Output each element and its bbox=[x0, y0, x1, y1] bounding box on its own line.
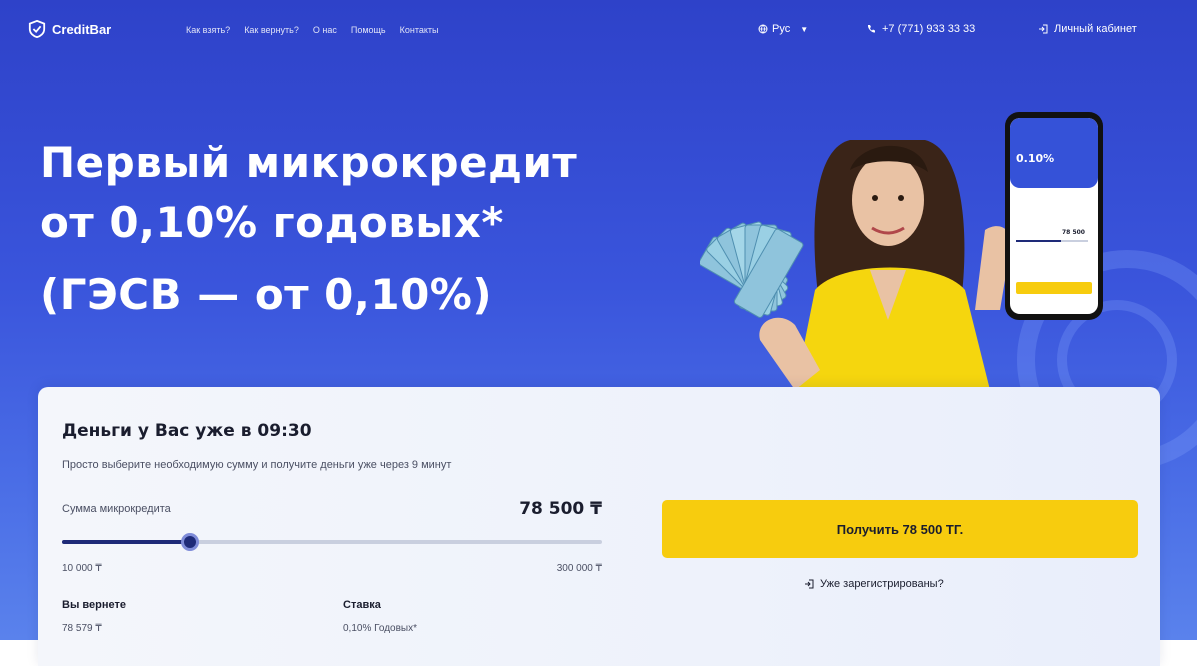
login-icon bbox=[1039, 24, 1048, 34]
login-icon bbox=[805, 579, 814, 589]
phone-link[interactable]: +7 (771) 933 33 33 bbox=[866, 23, 975, 35]
return-label: Вы вернете bbox=[62, 599, 126, 611]
language-label: Рус bbox=[772, 23, 791, 35]
rate-value: 0,10% Годовых* bbox=[343, 623, 418, 634]
already-registered-link[interactable]: Уже зарегистрированы? bbox=[804, 578, 944, 590]
rate-label: Ставка bbox=[343, 599, 381, 611]
nav-contacts[interactable]: Контакты bbox=[400, 25, 439, 35]
chevron-down-icon: ▼ bbox=[800, 24, 809, 34]
phone-number: +7 (771) 933 33 33 bbox=[882, 23, 976, 35]
shield-logo-icon bbox=[28, 20, 46, 38]
already-registered-label: Уже зарегистрированы? bbox=[820, 578, 944, 590]
return-value: 78 579 ₸ bbox=[62, 623, 102, 634]
headline-line-3: (ГЭСВ — от 0,10%) bbox=[40, 270, 493, 319]
nav-about[interactable]: О нас bbox=[313, 25, 337, 35]
logo[interactable]: CreditBar bbox=[28, 20, 111, 38]
mockup-amount: 78 500 bbox=[1062, 229, 1085, 236]
language-selector[interactable]: Рус ▼ bbox=[758, 23, 808, 35]
nav-how-to-take[interactable]: Как взять? bbox=[186, 25, 230, 35]
form-title: Деньги у Вас уже в 09:30 bbox=[62, 421, 312, 441]
logo-text: CreditBar bbox=[52, 21, 112, 37]
amount-slider[interactable] bbox=[62, 533, 602, 551]
banknotes-image bbox=[700, 221, 804, 318]
amount-min-label: 10 000 ₸ bbox=[62, 563, 102, 574]
globe-icon bbox=[758, 24, 768, 34]
hero-illustration: 0.10% 78 500 bbox=[700, 112, 1103, 390]
personal-cabinet-link[interactable]: Личный кабинет bbox=[1038, 23, 1137, 35]
amount-value: 78 500 ₸ bbox=[519, 499, 602, 519]
amount-label: Сумма микрокредита bbox=[62, 503, 171, 515]
headline-line-1: Первый микрокредит bbox=[40, 138, 578, 187]
loan-form-card: Деньги у Вас уже в 09:30 Просто выберите… bbox=[38, 387, 1160, 666]
headline-line-2: от 0,10% годовых* bbox=[40, 198, 504, 247]
woman-image bbox=[759, 140, 1011, 390]
form-subtitle: Просто выберите необходимую сумму и полу… bbox=[62, 459, 452, 471]
nav-how-to-return[interactable]: Как вернуть? bbox=[244, 25, 299, 35]
nav-help[interactable]: Помощь bbox=[351, 25, 386, 35]
slider-fill bbox=[62, 540, 190, 544]
hero-headline: Первый микрокредит от 0,10% годовых* (ГЭ… bbox=[40, 133, 680, 325]
slider-thumb[interactable] bbox=[180, 533, 199, 551]
mockup-rate: 0.10% bbox=[1016, 152, 1054, 165]
main-nav: Как взять? Как вернуть? О нас Помощь Кон… bbox=[186, 25, 438, 35]
cabinet-label: Личный кабинет bbox=[1054, 23, 1137, 35]
site-header: CreditBar Как взять? Как вернуть? О нас … bbox=[0, 0, 1197, 62]
phone-icon bbox=[867, 25, 875, 33]
amount-max-label: 300 000 ₸ bbox=[556, 563, 602, 574]
get-loan-button[interactable]: Получить 78 500 ТГ. bbox=[662, 500, 1138, 558]
phone-mockup: 0.10% 78 500 bbox=[1005, 112, 1103, 320]
